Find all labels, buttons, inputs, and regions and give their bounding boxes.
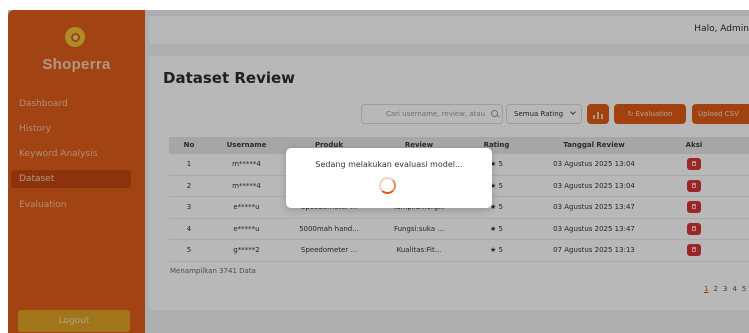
loading-message: Sedang melakukan evaluasi model...: [315, 160, 463, 169]
loading-modal: Sedang melakukan evaluasi model...: [286, 148, 492, 208]
top-strip: [8, 0, 749, 10]
spinner-icon: [379, 177, 396, 194]
